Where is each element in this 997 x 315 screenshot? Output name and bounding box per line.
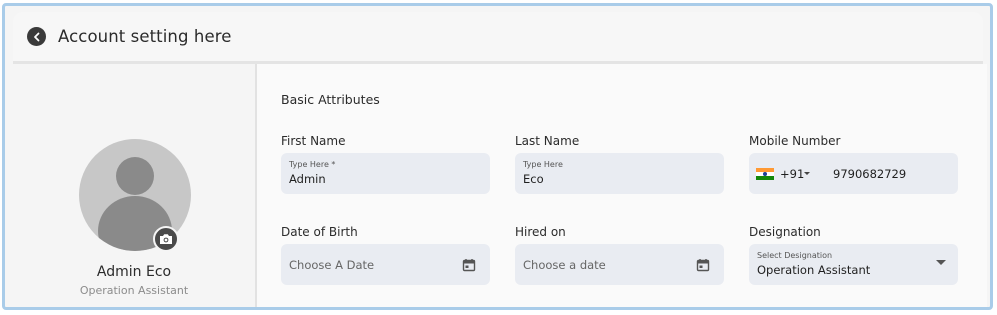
dropdown-arrow-icon[interactable]	[936, 260, 946, 265]
hired-on-field[interactable]: Choose a date	[515, 244, 724, 285]
designation-label: Designation	[749, 225, 821, 239]
page-title: Account setting here	[58, 27, 232, 46]
back-button[interactable]	[27, 27, 46, 46]
change-photo-button[interactable]	[153, 226, 179, 252]
section-title: Basic Attributes	[281, 92, 380, 107]
first-name-field[interactable]: Type Here * Admin	[281, 153, 490, 194]
last-name-hint: Type Here	[523, 160, 563, 169]
profile-role: Operation Assistant	[79, 284, 189, 297]
dob-label: Date of Birth	[281, 225, 358, 239]
designation-select[interactable]: Select Designation Operation Assistant	[749, 244, 958, 285]
calendar-icon[interactable]	[696, 258, 710, 272]
page-header: Account setting here	[13, 12, 983, 61]
designation-hint: Select Designation	[757, 251, 833, 260]
chevron-left-icon	[33, 32, 39, 41]
camera-icon	[160, 234, 172, 244]
form-panel: Basic Attributes First Name Last Name Mo…	[257, 64, 987, 307]
first-name-value: Admin	[289, 172, 326, 186]
first-name-hint: Type Here *	[289, 160, 336, 169]
last-name-field[interactable]: Type Here Eco	[515, 153, 724, 194]
dob-field[interactable]: Choose A Date	[281, 244, 490, 285]
first-name-label: First Name	[281, 134, 346, 148]
profile-name: Admin Eco	[96, 264, 172, 280]
country-code[interactable]: +91	[780, 167, 804, 181]
calendar-icon[interactable]	[462, 258, 476, 272]
settings-window: Account setting here Admin Eco Operation…	[2, 3, 993, 310]
mobile-label: Mobile Number	[749, 134, 841, 148]
mobile-value: 9790682729	[833, 167, 907, 181]
country-code-caret-icon[interactable]	[804, 172, 810, 175]
mobile-field[interactable]: +91 9790682729	[749, 153, 958, 194]
hired-on-label: Hired on	[515, 225, 566, 239]
profile-panel: Admin Eco Operation Assistant	[13, 64, 255, 307]
last-name-label: Last Name	[515, 134, 580, 148]
last-name-value: Eco	[523, 172, 544, 186]
india-flag-icon[interactable]	[756, 168, 774, 180]
designation-value: Operation Assistant	[757, 263, 871, 277]
dob-placeholder: Choose A Date	[289, 258, 375, 272]
hired-on-placeholder: Choose a date	[523, 258, 606, 272]
